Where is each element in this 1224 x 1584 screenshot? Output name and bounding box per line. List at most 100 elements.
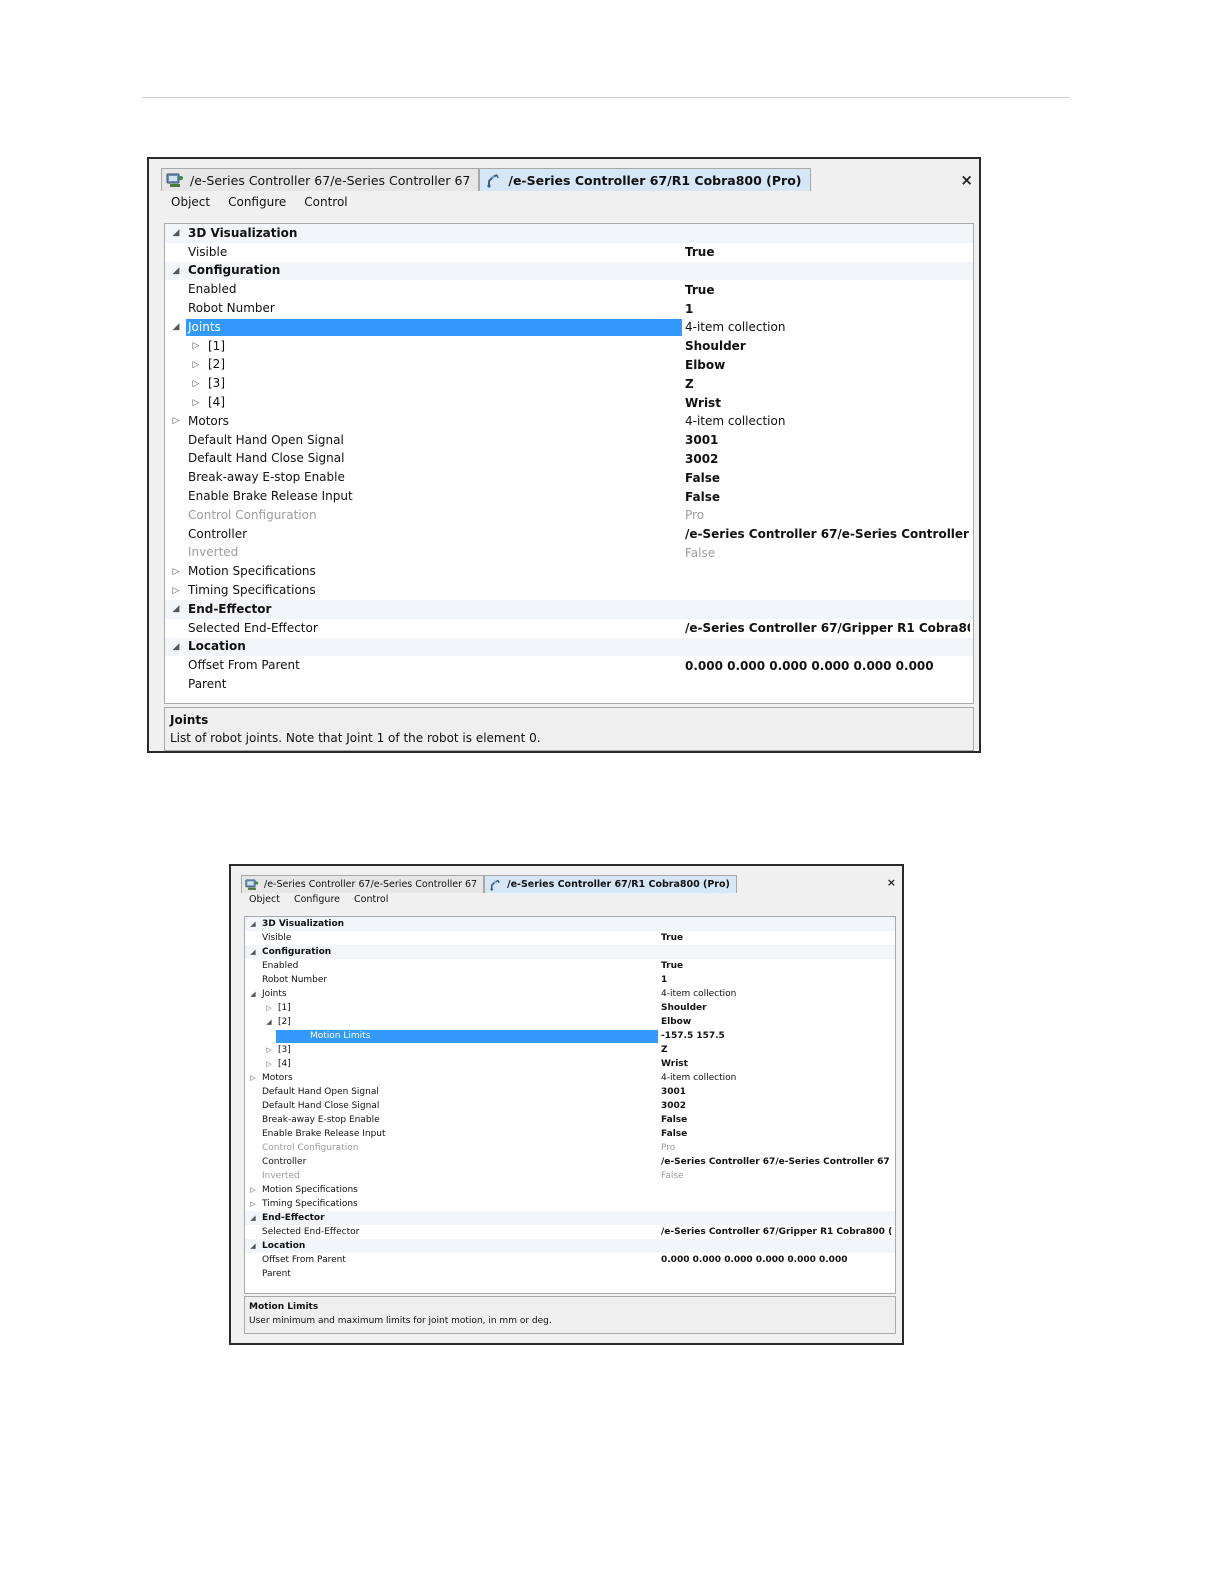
property-row-motion-specifications[interactable]: ▷ Motion Specifications	[245, 1183, 895, 1197]
category-row-3d-visualization[interactable]: ◢ 3D Visualization	[245, 917, 895, 931]
property-row-3[interactable]: ▷ [3] Z	[245, 1043, 895, 1057]
property-row-joints[interactable]: ◢ Joints 4-item collection	[245, 987, 895, 1001]
property-value[interactable]: 3002	[685, 452, 970, 466]
property-row-robot-number[interactable]: Robot Number 1	[165, 299, 973, 318]
close-icon[interactable]: ×	[887, 876, 896, 889]
expand-arrow-icon[interactable]: ▷	[264, 1004, 274, 1012]
collapse-arrow-icon[interactable]: ◢	[248, 948, 258, 956]
collapse-arrow-icon[interactable]: ◢	[248, 920, 258, 928]
category-row-3d-visualization[interactable]: ◢ 3D Visualization	[165, 224, 973, 243]
menu-object[interactable]: Object	[249, 894, 280, 905]
property-value[interactable]: 4-item collection	[661, 989, 893, 999]
property-value[interactable]: 0.000 0.000 0.000 0.000 0.000 0.000	[685, 659, 970, 673]
property-row-enabled[interactable]: Enabled True	[165, 280, 973, 299]
property-row-control-configuration[interactable]: Control Configuration Pro	[165, 506, 973, 525]
property-value[interactable]: False	[661, 1171, 893, 1181]
collapse-arrow-icon[interactable]: ◢	[170, 604, 182, 614]
property-row-offset-from-parent[interactable]: Offset From Parent 0.000 0.000 0.000 0.00…	[245, 1253, 895, 1267]
property-value[interactable]: Shoulder	[661, 1003, 893, 1013]
property-value[interactable]: 0.000 0.000 0.000 0.000 0.000 0.000	[661, 1255, 893, 1265]
expand-arrow-icon[interactable]: ▷	[248, 1200, 258, 1208]
category-row-configuration[interactable]: ◢ Configuration	[245, 945, 895, 959]
property-row-break-away-e-stop-enable[interactable]: Break-away E-stop Enable False	[165, 468, 973, 487]
property-value[interactable]: 3001	[661, 1087, 893, 1097]
property-row-inverted[interactable]: Inverted False	[165, 544, 973, 563]
expand-arrow-icon[interactable]: ▷	[170, 416, 182, 426]
property-row-4[interactable]: ▷ [4] Wrist	[165, 393, 973, 412]
property-value[interactable]: Elbow	[685, 358, 970, 372]
property-row-selected-end-effector[interactable]: Selected End-Effector/e-Series Controlle…	[245, 1225, 895, 1239]
menu-control[interactable]: Control	[354, 894, 388, 905]
expand-arrow-icon[interactable]: ▷	[190, 341, 202, 351]
tab-robot[interactable]: /e-Series Controller 67/R1 Cobra800 (Pro…	[484, 875, 737, 893]
property-row-1[interactable]: ▷ [1] Shoulder	[165, 337, 973, 356]
category-row-location[interactable]: ◢ Location	[165, 637, 973, 657]
tab-controller[interactable]: /e-Series Controller 67/e-Series Control…	[161, 168, 480, 191]
property-value[interactable]: False	[685, 471, 970, 485]
property-value[interactable]: Wrist	[661, 1059, 893, 1069]
property-value[interactable]: Elbow	[661, 1017, 893, 1027]
property-row-default-hand-open-signal[interactable]: Default Hand Open Signal 3001	[245, 1085, 895, 1099]
property-row-break-away-e-stop-enable[interactable]: Break-away E-stop Enable False	[245, 1113, 895, 1127]
property-row-3[interactable]: ▷ [3] Z	[165, 374, 973, 393]
property-row-joints[interactable]: ◢ Joints 4-item collection	[165, 318, 973, 337]
property-value[interactable]: False	[661, 1129, 893, 1139]
tab-controller[interactable]: /e-Series Controller 67/e-Series Control…	[241, 875, 485, 893]
property-value[interactable]: 3001	[685, 433, 970, 447]
property-row-parent[interactable]: Parent	[245, 1267, 895, 1281]
property-row-robot-number[interactable]: Robot Number 1	[245, 973, 895, 987]
property-row-visible[interactable]: Visible True	[165, 243, 973, 262]
property-row-4[interactable]: ▷ [4] Wrist	[245, 1057, 895, 1071]
property-value[interactable]: False	[685, 546, 970, 560]
property-row-motors[interactable]: ▷ Motors 4-item collection	[245, 1071, 895, 1085]
property-row-visible[interactable]: Visible True	[245, 931, 895, 945]
property-row-parent[interactable]: Parent	[165, 675, 973, 694]
expand-arrow-icon[interactable]: ▷	[248, 1074, 258, 1082]
property-value[interactable]: Z	[685, 377, 970, 391]
property-value[interactable]: /e-Series Controller 67/Gripper R1 Cobra…	[685, 621, 970, 635]
property-value[interactable]: False	[685, 490, 970, 504]
property-value[interactable]: Shoulder	[685, 339, 970, 353]
property-row-motors[interactable]: ▷ Motors 4-item collection	[165, 412, 973, 431]
property-value[interactable]: Pro	[661, 1143, 893, 1153]
property-value[interactable]: Z	[661, 1045, 893, 1055]
property-value[interactable]: 4-item collection	[685, 414, 970, 428]
collapse-arrow-icon[interactable]: ◢	[248, 990, 258, 998]
property-row-control-configuration[interactable]: Control Configuration Pro	[245, 1141, 895, 1155]
property-row-enabled[interactable]: Enabled True	[245, 959, 895, 973]
property-row-1[interactable]: ▷ [1] Shoulder	[245, 1001, 895, 1015]
category-row-location[interactable]: ◢ Location	[245, 1239, 895, 1253]
property-row-enable-brake-release-input[interactable]: Enable Brake Release Input False	[245, 1127, 895, 1141]
property-row-inverted[interactable]: Inverted False	[245, 1169, 895, 1183]
collapse-arrow-icon[interactable]: ◢	[248, 1242, 258, 1250]
expand-arrow-icon[interactable]: ▷	[190, 398, 202, 408]
property-row-default-hand-close-signal[interactable]: Default Hand Close Signal 3002	[245, 1099, 895, 1113]
menu-configure[interactable]: Configure	[228, 195, 286, 209]
property-row-controller[interactable]: Controller/e-Series Controller 67/e-Seri…	[245, 1155, 895, 1169]
menu-configure[interactable]: Configure	[294, 894, 340, 905]
property-row-timing-specifications[interactable]: ▷ Timing Specifications	[165, 581, 973, 600]
tab-robot[interactable]: /e-Series Controller 67/R1 Cobra800 (Pro…	[479, 168, 811, 191]
property-row-timing-specifications[interactable]: ▷ Timing Specifications	[245, 1197, 895, 1211]
property-row-2[interactable]: ◢ [2] Elbow	[245, 1015, 895, 1029]
property-value[interactable]: True	[661, 961, 893, 971]
collapse-arrow-icon[interactable]: ◢	[170, 322, 182, 332]
collapse-arrow-icon[interactable]: ◢	[170, 228, 182, 238]
property-row-enable-brake-release-input[interactable]: Enable Brake Release Input False	[165, 487, 973, 506]
property-row-selected-end-effector[interactable]: Selected End-Effector/e-Series Controlle…	[165, 619, 973, 638]
property-value[interactable]: True	[685, 245, 970, 259]
property-row-2[interactable]: ▷ [2] Elbow	[165, 356, 973, 375]
property-value[interactable]: Pro	[685, 508, 970, 522]
property-value[interactable]: True	[661, 933, 893, 943]
category-row-end-effector[interactable]: ◢ End-Effector	[165, 599, 973, 619]
property-row-default-hand-open-signal[interactable]: Default Hand Open Signal 3001	[165, 431, 973, 450]
collapse-arrow-icon[interactable]: ◢	[248, 1214, 258, 1222]
expand-arrow-icon[interactable]: ▷	[190, 379, 202, 389]
expand-arrow-icon[interactable]: ▷	[248, 1186, 258, 1194]
expand-arrow-icon[interactable]: ▷	[170, 586, 182, 596]
close-icon[interactable]: ×	[960, 171, 973, 189]
property-value[interactable]: /e-Series Controller 67/e-Series Control…	[661, 1157, 893, 1167]
property-row-motion-specifications[interactable]: ▷ Motion Specifications	[165, 562, 973, 581]
category-row-configuration[interactable]: ◢ Configuration	[165, 261, 973, 281]
property-value[interactable]: 1	[661, 975, 893, 985]
